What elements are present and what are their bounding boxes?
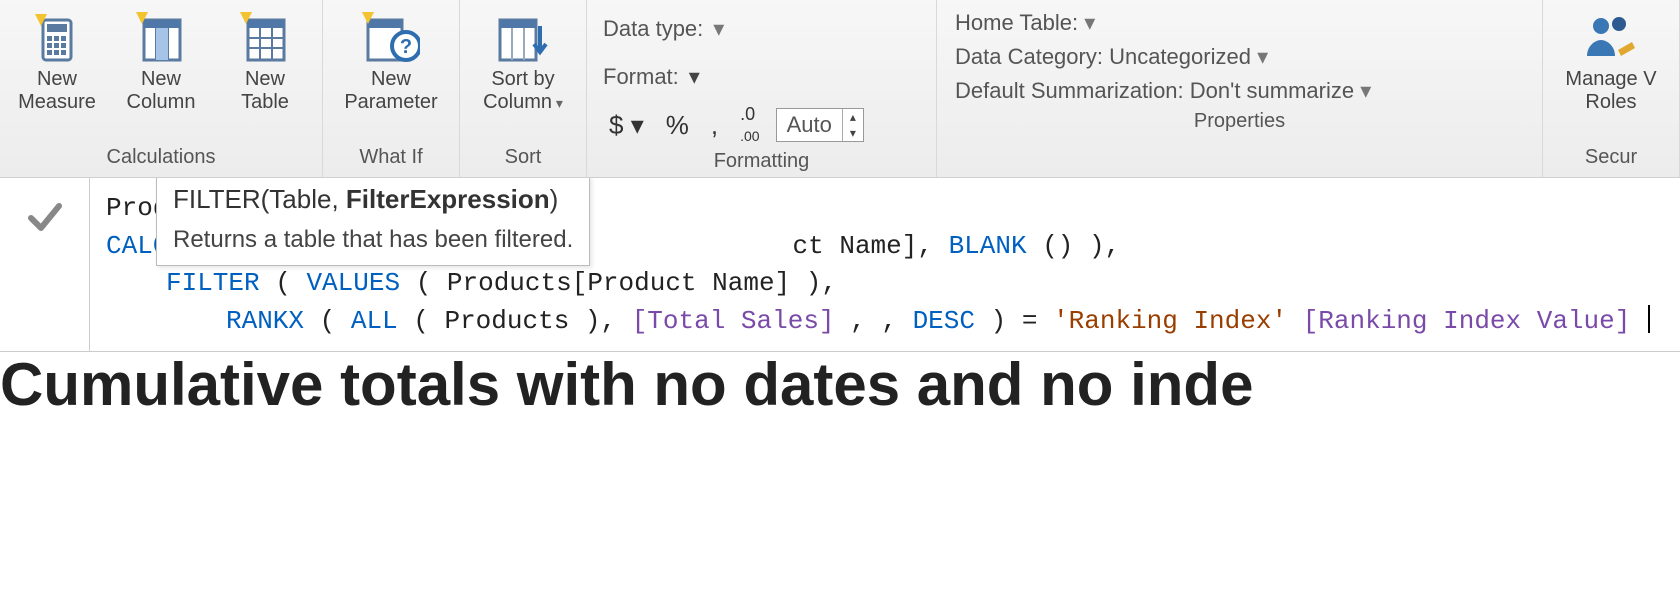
intellisense-tooltip: FILTER(Table, FilterExpression) Returns … (156, 178, 590, 266)
formula-text: ct Name], (793, 231, 949, 261)
comma-button[interactable]: , (705, 110, 724, 141)
format-label: Format: (603, 64, 679, 90)
new-measure-button[interactable]: New Measure (8, 4, 106, 118)
default-summarization-label: Default Summarization: Don't summarize (955, 78, 1354, 103)
data-type-dropdown[interactable]: ▾ (713, 16, 724, 42)
svg-text:?: ? (400, 36, 412, 58)
decimal-places-input[interactable]: Auto ▴▾ (776, 108, 864, 142)
calculator-icon (33, 8, 81, 68)
formula-text: ( Products[Product Name] ), (416, 268, 837, 298)
default-summarization-dropdown[interactable]: ▾ (1360, 78, 1371, 103)
formula-editor[interactable]: Prod CALC ULATE( IF( HASONEVALUE( Produc… (90, 178, 1680, 351)
formula-text: 'Ranking Index' (1053, 306, 1287, 336)
text-caret (1648, 305, 1650, 333)
formula-text: FILTER (166, 268, 260, 298)
sort-icon (496, 8, 550, 68)
data-type-label: Data type: (603, 16, 703, 42)
manage-roles-label: Manage V Roles (1565, 68, 1656, 114)
formula-commit-button[interactable] (0, 178, 90, 351)
formula-text: [Total Sales] (632, 306, 835, 336)
ribbon: New Measure New Column (0, 0, 1680, 178)
sort-by-column-button[interactable]: Sort by Column (468, 4, 578, 118)
new-column-label: New Column (127, 68, 196, 114)
new-parameter-label: New Parameter (344, 68, 437, 114)
table-icon (240, 8, 290, 68)
table-column-icon (136, 8, 186, 68)
formula-text: ( Products ), (413, 306, 631, 336)
currency-button[interactable]: $ ▾ (603, 110, 650, 141)
data-category-dropdown[interactable]: ▾ (1257, 44, 1268, 69)
group-security: Manage V Roles Secur (1543, 0, 1680, 177)
group-properties: Home Table: ▾ Data Category: Uncategoriz… (937, 0, 1543, 177)
formula-text: DESC (913, 306, 975, 336)
formula-text: , , (850, 306, 912, 336)
new-column-button[interactable]: New Column (112, 4, 210, 118)
group-sort: Sort by Column Sort (460, 0, 587, 177)
decimal-places-value: Auto (777, 112, 842, 138)
format-dropdown[interactable]: ▾ (689, 64, 700, 90)
formula-text: () ), (1042, 231, 1120, 261)
checkmark-icon (25, 196, 65, 236)
formula-text: [Ranking Index Value] (1303, 306, 1631, 336)
group-whatif: ? New Parameter What If (323, 0, 460, 177)
group-calculations: New Measure New Column (0, 0, 323, 177)
new-table-label: New Table (241, 68, 289, 114)
new-parameter-button[interactable]: ? New Parameter (331, 4, 451, 118)
group-calculations-label: Calculations (8, 140, 314, 177)
sort-by-column-label: Sort by Column (483, 68, 563, 114)
decimal-spinner[interactable]: ▴▾ (842, 109, 863, 141)
parameter-icon: ? (362, 8, 420, 68)
data-category-label: Data Category: Uncategorized (955, 44, 1251, 69)
formula-text: BLANK (949, 231, 1027, 261)
new-table-button[interactable]: New Table (216, 4, 314, 118)
report-title: Cumulative totals with no dates and no i… (0, 350, 1680, 419)
home-table-label: Home Table: (955, 10, 1078, 35)
manage-roles-button[interactable]: Manage V Roles (1551, 4, 1671, 118)
group-formatting: Data type: ▾ Format: ▾ $ ▾ % , .0.00 Aut… (587, 0, 937, 177)
percent-button[interactable]: % (660, 110, 695, 141)
roles-icon (1581, 8, 1641, 68)
group-whatif-label: What If (331, 140, 451, 177)
home-table-dropdown[interactable]: ▾ (1084, 10, 1095, 35)
formula-text: ) = (991, 306, 1053, 336)
tooltip-signature: FILTER(Table, FilterExpression) (173, 181, 573, 219)
group-sort-label: Sort (468, 140, 578, 177)
formula-text: VALUES (306, 268, 400, 298)
group-properties-label: Properties (945, 104, 1534, 141)
group-security-label: Secur (1551, 140, 1671, 177)
formula-text: RANKX (226, 306, 304, 336)
decimals-button[interactable]: .0.00 (734, 104, 765, 146)
formula-text: ALL (351, 306, 398, 336)
group-formatting-label: Formatting (595, 144, 928, 181)
tooltip-description: Returns a table that has been filtered. (173, 223, 573, 258)
new-measure-label: New Measure (18, 68, 96, 114)
formula-bar: Prod CALC ULATE( IF( HASONEVALUE( Produc… (0, 178, 1680, 352)
